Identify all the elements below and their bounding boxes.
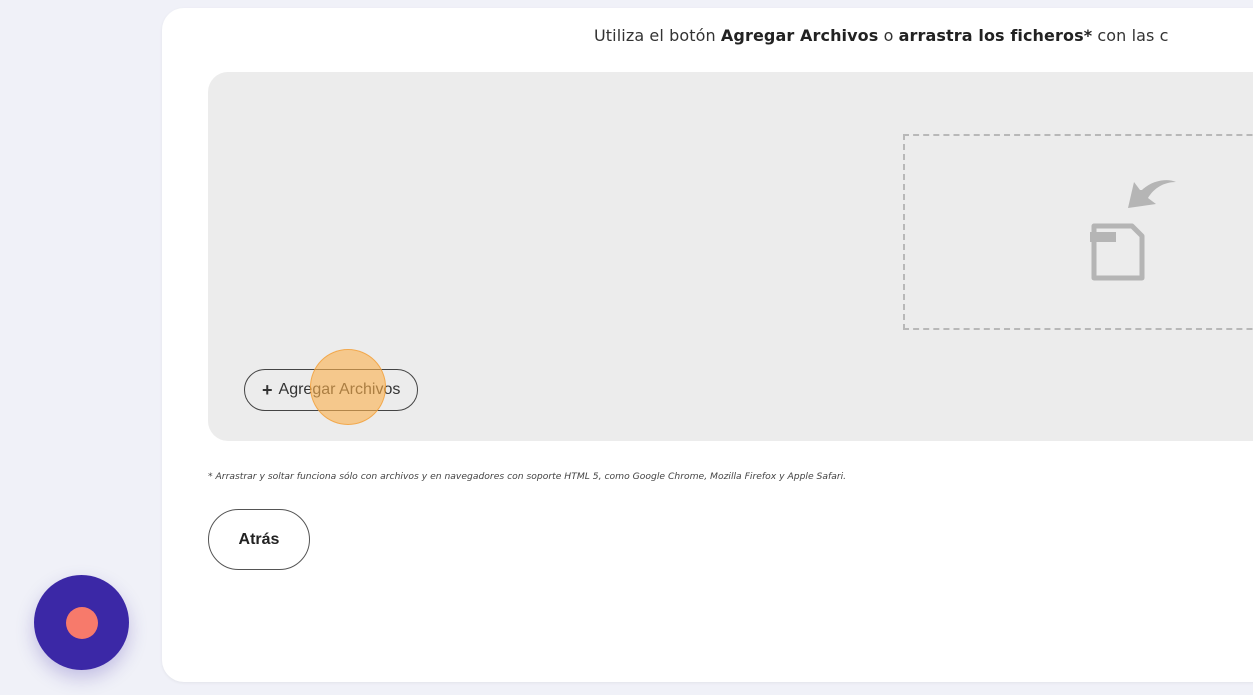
record-icon	[65, 606, 98, 639]
instructions-text-2: o	[878, 26, 899, 45]
add-files-button[interactable]: + Agregar Archivos	[244, 369, 419, 411]
instructions-text-3: con las c	[1092, 26, 1169, 45]
back-button[interactable]: Atrás	[208, 509, 310, 570]
file-drop-icon	[1090, 180, 1176, 281]
record-button[interactable]	[34, 575, 129, 670]
drag-drop-footnote: * Arrastrar y soltar funciona sólo con a…	[208, 471, 847, 482]
instructions-bold-drag-files: arrastra los ficheros*	[898, 26, 1093, 45]
drop-target-area[interactable]	[903, 134, 1253, 330]
upload-instructions: Utiliza el botón Agregar Archivos o arra…	[594, 26, 1169, 45]
instructions-bold-add-files: Agregar Archivos	[720, 26, 879, 45]
add-files-label: Agregar Archivos	[278, 381, 401, 398]
instructions-text-1: Utiliza el botón	[594, 26, 721, 45]
plus-icon: +	[262, 379, 273, 400]
